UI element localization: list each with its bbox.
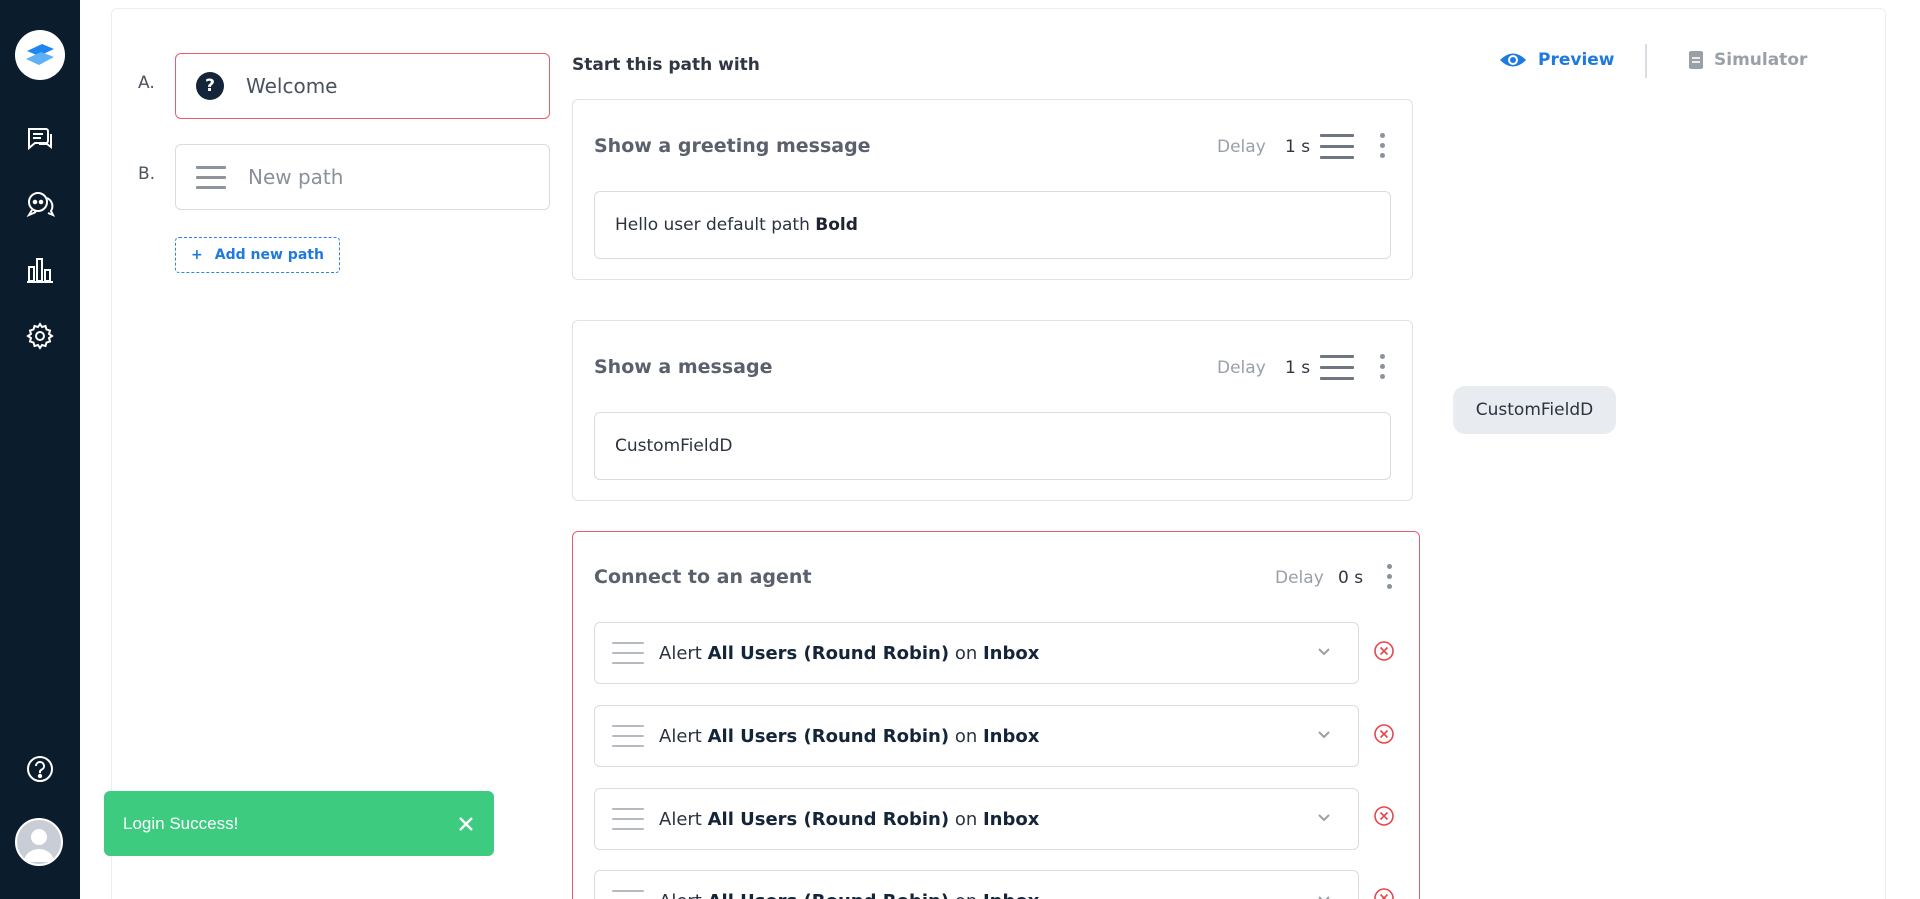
preview-chat-bubble: CustomFieldD: [1453, 386, 1616, 434]
more-options-icon[interactable]: [1385, 564, 1393, 589]
chevron-down-icon[interactable]: [1316, 729, 1332, 741]
settings-icon[interactable]: [22, 318, 58, 354]
logo-icon[interactable]: [15, 30, 65, 80]
path-item-new-path[interactable]: New path: [175, 144, 550, 210]
path-item-welcome[interactable]: ? Welcome: [175, 53, 550, 119]
drag-handle-icon[interactable]: [612, 725, 644, 747]
close-icon[interactable]: [456, 814, 476, 834]
path-letter-a: A.: [138, 73, 155, 93]
document-icon: [1689, 51, 1703, 69]
eye-icon: [1500, 53, 1526, 67]
remove-alert-icon[interactable]: [1373, 805, 1395, 827]
add-new-path-label: Add new path: [214, 247, 324, 263]
plus-icon: +: [191, 247, 203, 263]
question-icon: ?: [196, 72, 224, 100]
alert-rule-row[interactable]: Alert All Users (Round Robin) on Inbox: [594, 705, 1359, 767]
show-message-card: Show a message Delay 1 s CustomFieldD: [572, 320, 1413, 501]
reorder-icon[interactable]: [1320, 355, 1354, 380]
connect-agent-card: Connect to an agent Delay 0 s Alert All …: [572, 531, 1420, 899]
help-icon[interactable]: [22, 751, 58, 787]
path-letter-b: B.: [138, 164, 156, 184]
drag-handle-icon[interactable]: [612, 890, 644, 899]
chevron-down-icon[interactable]: [1316, 812, 1332, 824]
toast-message: Login Success!: [123, 813, 239, 833]
path-label: New path: [248, 165, 344, 189]
delay-label: Delay: [1217, 137, 1266, 157]
message-bold-text: Bold: [815, 215, 858, 235]
drag-handle-icon[interactable]: [612, 642, 644, 664]
delay-label: Delay: [1275, 568, 1324, 588]
message-text: Hello user default path: [615, 215, 816, 235]
bot-chat-icon[interactable]: [22, 186, 58, 222]
alert-rule-row[interactable]: Alert All Users (Round Robin) on Inbox: [594, 622, 1359, 684]
alert-rule-text: Alert All Users (Round Robin) on Inbox: [659, 808, 1040, 830]
chevron-down-icon[interactable]: [1316, 646, 1332, 658]
message-text: CustomFieldD: [615, 436, 733, 456]
drag-handle-icon[interactable]: [612, 808, 644, 830]
tab-preview-label: Preview: [1538, 50, 1615, 70]
delay-value[interactable]: 1 s: [1285, 137, 1310, 157]
delay-value[interactable]: 1 s: [1285, 358, 1310, 378]
card-title: Connect to an agent: [594, 566, 812, 588]
sidebar: [0, 0, 80, 899]
remove-alert-icon[interactable]: [1373, 723, 1395, 745]
avatar-icon[interactable]: [15, 818, 63, 866]
drag-handle-icon[interactable]: [196, 165, 226, 189]
card-title: Show a message: [594, 356, 773, 378]
card-title: Show a greeting message: [594, 135, 871, 157]
alert-rule-text: Alert All Users (Round Robin) on Inbox: [659, 725, 1040, 747]
start-path-title: Start this path with: [572, 55, 760, 75]
add-new-path-button[interactable]: + Add new path: [175, 237, 340, 273]
alert-rule-text: Alert All Users (Round Robin) on Inbox: [659, 891, 1039, 899]
remove-alert-icon[interactable]: [1373, 887, 1395, 899]
tab-simulator-label: Simulator: [1714, 50, 1808, 70]
reorder-icon[interactable]: [1320, 134, 1354, 159]
alert-rule-row[interactable]: Alert All Users (Round Robin) on Inbox: [594, 870, 1359, 899]
chat-icon[interactable]: [22, 121, 58, 157]
greeting-message-input[interactable]: Hello user default path Bold: [594, 191, 1391, 259]
alert-rule-row[interactable]: Alert All Users (Round Robin) on Inbox: [594, 788, 1359, 850]
remove-alert-icon[interactable]: [1373, 640, 1395, 662]
path-label: Welcome: [246, 74, 338, 98]
delay-value[interactable]: 0 s: [1338, 568, 1363, 588]
alert-rule-text: Alert All Users (Round Robin) on Inbox: [659, 642, 1040, 664]
greeting-message-card: Show a greeting message Delay 1 s Hello …: [572, 99, 1413, 280]
tab-simulator[interactable]: Simulator: [1688, 50, 1807, 70]
more-options-icon[interactable]: [1378, 133, 1386, 158]
tab-preview[interactable]: Preview: [1498, 50, 1615, 70]
chevron-down-icon[interactable]: [1316, 894, 1332, 899]
more-options-icon[interactable]: [1378, 354, 1386, 379]
message-input[interactable]: CustomFieldD: [594, 412, 1391, 480]
analytics-icon[interactable]: [22, 252, 58, 288]
login-success-toast: Login Success!: [104, 791, 494, 856]
delay-label: Delay: [1217, 358, 1266, 378]
tab-divider: [1645, 44, 1647, 78]
